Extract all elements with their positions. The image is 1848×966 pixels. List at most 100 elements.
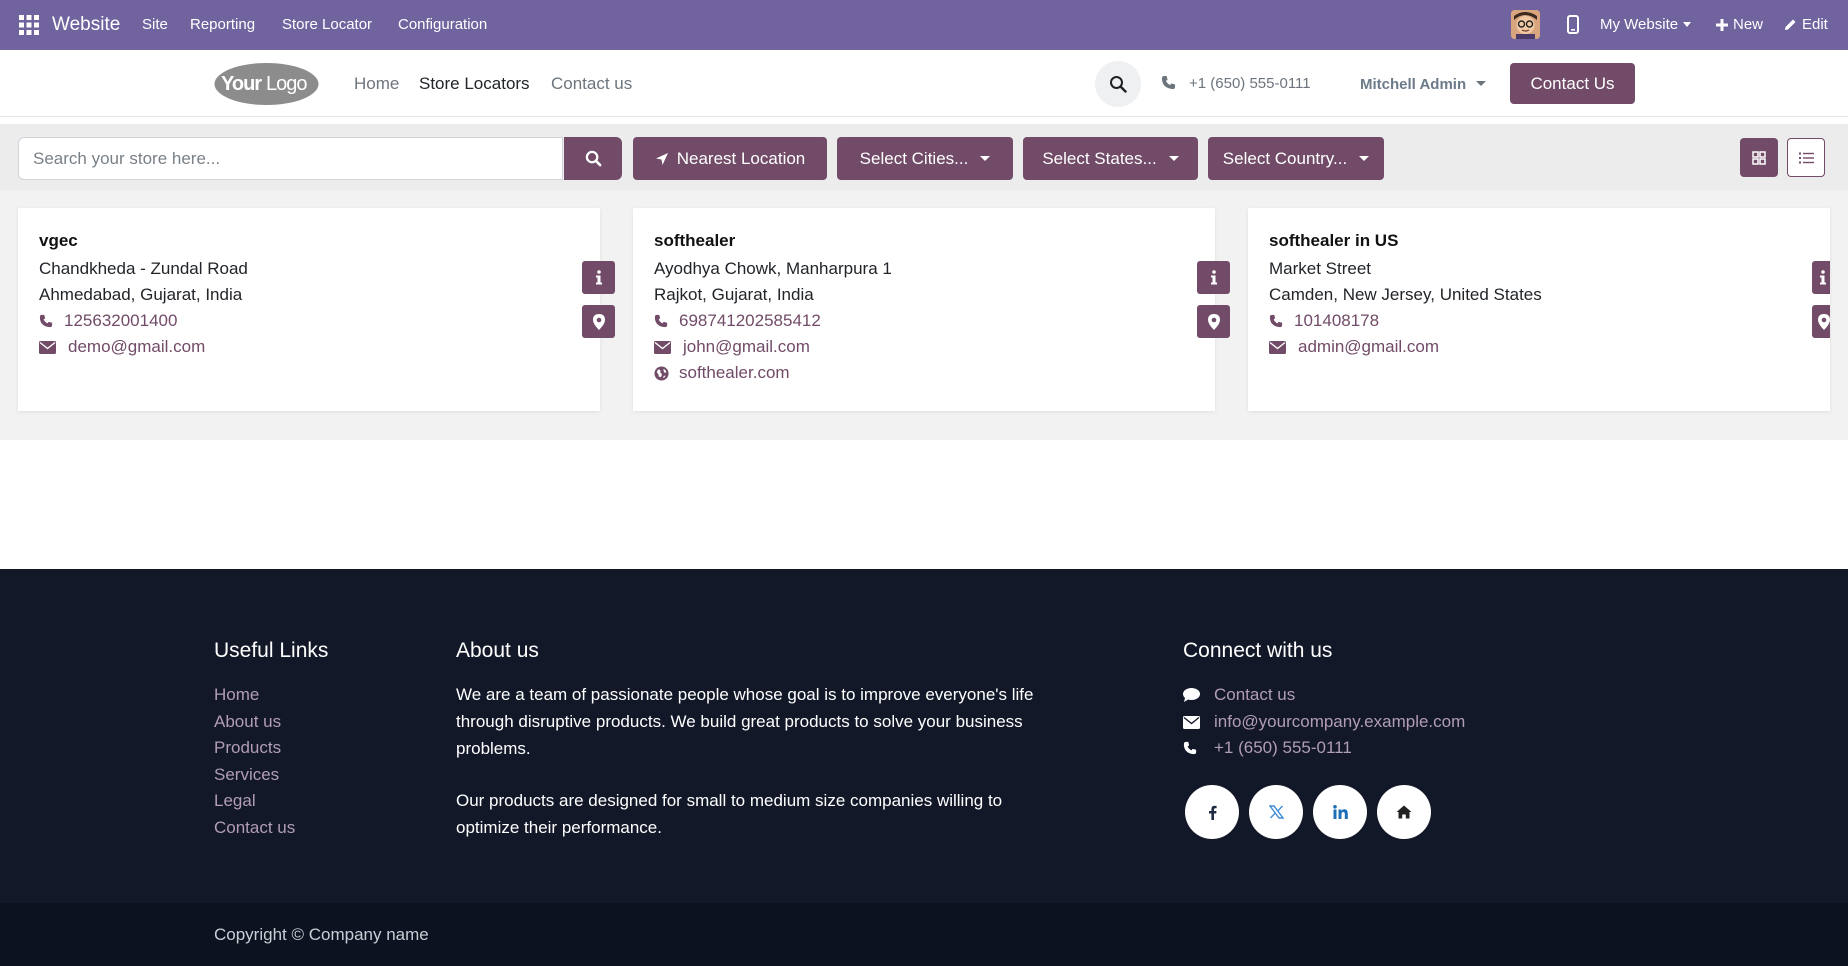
store-website-text: softhealer.com [679,363,790,382]
store-name: softhealer [654,231,736,250]
select-states-dropdown[interactable]: Select States... [1023,137,1198,180]
svg-text:Logo: Logo [266,73,307,95]
nav-home[interactable]: Home [354,74,399,94]
store-card: vgec Chandkheda - Zundal Road Ahmedabad,… [18,208,615,411]
store-info-button[interactable] [1812,261,1830,294]
about-us-paragraph-2: Our products are designed for small to m… [456,791,1003,837]
store-city-line: Camden, New Jersey, United States [1269,285,1542,304]
footer-email-text: info@yourcompany.example.com [1214,712,1466,731]
contact-us-button[interactable]: Contact Us [1510,63,1635,104]
new-button[interactable]: New [1716,16,1763,33]
chevron-down-icon [1168,156,1179,161]
header-search-button[interactable] [1095,61,1141,107]
connect-title: Connect with us [1183,639,1333,662]
store-card: softhealer in US Market Street Camden, N… [1248,208,1830,411]
map-marker-icon [1818,313,1830,330]
header-phone[interactable]: +1 (650) 555-0111 [1189,75,1311,92]
store-name: softhealer in US [1269,231,1399,250]
facebook-button[interactable] [1185,785,1239,839]
store-map-button[interactable] [1812,305,1830,338]
phone-icon [39,314,64,328]
chevron-down-icon [1359,156,1370,161]
chevron-down-icon [1476,80,1487,86]
x-twitter-button[interactable] [1249,785,1303,839]
edit-label: Edit [1802,16,1828,33]
store-map-button[interactable] [582,305,615,338]
store-email[interactable]: demo@gmail.com [39,337,205,357]
app-name[interactable]: Website [52,14,120,36]
nav-store-locators[interactable]: Store Locators [419,74,530,94]
menu-configuration[interactable]: Configuration [398,16,487,33]
svg-text:Your: Your [221,73,262,95]
footer-link-legal[interactable]: Legal [214,791,256,811]
grid-view-button[interactable] [1740,138,1778,177]
footer-phone-link[interactable]: +1 (650) 555-0111 [1183,738,1352,758]
footer-link-contact-us[interactable]: Contact us [214,818,295,838]
store-email-text: demo@gmail.com [68,337,206,356]
select-cities-dropdown[interactable]: Select Cities... [837,137,1013,180]
list-view-button[interactable] [1787,138,1825,177]
menu-store-locator[interactable]: Store Locator [282,16,372,33]
menu-site[interactable]: Site [142,16,168,33]
search-icon [585,150,601,167]
store-search-button[interactable] [564,137,622,180]
phone-icon [654,314,679,328]
user-menu[interactable]: Mitchell Admin [1360,76,1487,93]
nearest-location-button[interactable]: Nearest Location [633,137,827,180]
footer-link-home[interactable]: Home [214,685,259,705]
footer-phone-text: +1 (650) 555-0111 [1214,738,1352,757]
apps-menu-icon[interactable] [19,15,39,35]
store-name: vgec [39,231,78,250]
copyright-text: Copyright © Company name [214,925,429,944]
store-info-button[interactable] [1197,261,1230,294]
store-phone[interactable]: 101408178 [1269,311,1379,331]
store-email[interactable]: john@gmail.com [654,337,810,357]
menu-reporting[interactable]: Reporting [190,16,255,33]
home-button[interactable] [1377,785,1431,839]
search-icon [1110,76,1127,93]
website-selector-label: My Website [1600,16,1679,33]
footer-link-about-us[interactable]: About us [214,712,281,732]
info-icon [595,270,602,285]
store-street: Market Street [1269,259,1372,278]
footer-email-link[interactable]: info@yourcompany.example.com [1183,712,1465,732]
user-avatar[interactable] [1511,10,1540,39]
map-marker-icon [1207,313,1220,330]
website-selector[interactable]: My Website [1600,16,1692,33]
store-email[interactable]: admin@gmail.com [1269,337,1439,357]
facebook-icon [1208,805,1217,820]
nav-contact-us[interactable]: Contact us [551,74,632,94]
store-list: vgec Chandkheda - Zundal Road Ahmedabad,… [0,190,1848,440]
map-marker-icon [592,313,605,330]
chevron-down-icon [980,156,991,161]
edit-button[interactable]: Edit [1784,16,1828,33]
select-country-dropdown[interactable]: Select Country... [1208,137,1384,180]
linkedin-button[interactable] [1313,785,1367,839]
footer-link-services[interactable]: Services [214,765,279,785]
envelope-icon [1183,715,1214,729]
comment-icon [1183,688,1214,702]
globe-icon [654,365,679,381]
store-phone[interactable]: 125632001400 [39,311,177,331]
about-us-title: About us [456,639,539,662]
store-website[interactable]: softhealer.com [654,363,790,383]
location-arrow-icon [655,152,668,165]
store-street: Ayodhya Chowk, Manharpura 1 [654,259,892,278]
store-search-input[interactable] [18,137,563,180]
phone-icon [1269,314,1294,328]
home-icon [1396,805,1412,819]
store-phone[interactable]: 698741202585412 [654,311,821,331]
info-icon [1210,270,1217,285]
mobile-preview-icon[interactable] [1567,15,1579,34]
info-icon [1820,270,1826,285]
footer-link-products[interactable]: Products [214,738,281,758]
select-states-label: Select States... [1042,148,1157,168]
company-logo[interactable]: Your Logo [213,62,320,106]
envelope-icon [1269,340,1298,354]
footer-contact-us-link[interactable]: Contact us [1183,685,1295,705]
useful-links-title: Useful Links [214,639,329,662]
store-info-button[interactable] [582,261,615,294]
footer-contact-us-text: Contact us [1214,685,1296,704]
store-phone-text: 125632001400 [64,311,178,330]
store-map-button[interactable] [1197,305,1230,338]
